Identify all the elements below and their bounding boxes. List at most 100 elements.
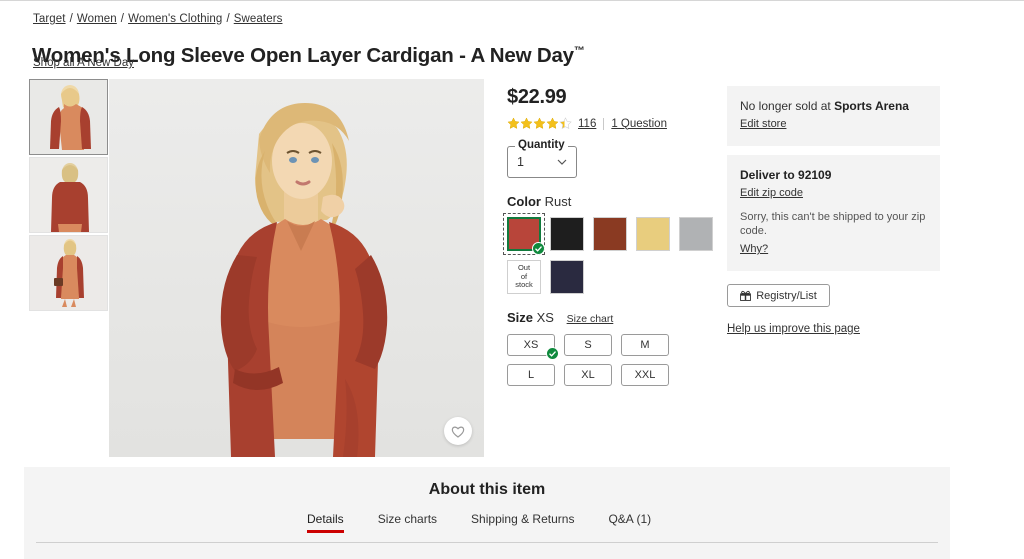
- fulfillment-rail: No longer sold at Sports Arena Edit stor…: [727, 86, 940, 337]
- about-this-item-section: About this item Details Size charts Ship…: [24, 467, 950, 559]
- color-swatch-out-of-stock[interactable]: Out of stock: [507, 260, 541, 294]
- color-swatch-brown[interactable]: [593, 217, 627, 251]
- product-price: $22.99: [507, 86, 567, 108]
- color-label-row: Color Rust: [507, 194, 717, 209]
- edit-zip-code-link[interactable]: Edit zip code: [740, 187, 803, 199]
- add-to-registry-button[interactable]: Registry/List: [727, 284, 830, 307]
- size-chart-link[interactable]: Size chart: [567, 313, 614, 325]
- size-option-list: XS S M L XL XXL: [507, 334, 722, 386]
- delivery-card: Deliver to 92109 Edit zip code Sorry, th…: [727, 155, 940, 271]
- favorite-button[interactable]: [444, 417, 472, 445]
- size-option-m[interactable]: M: [621, 334, 669, 356]
- check-icon: [535, 245, 542, 252]
- thumbnail-image-3: [30, 236, 107, 310]
- star-icon-1: [507, 117, 520, 129]
- store-availability-card: No longer sold at Sports Arena Edit stor…: [727, 86, 940, 146]
- color-swatch-rust[interactable]: [503, 213, 545, 255]
- breadcrumb-separator: /: [226, 13, 230, 25]
- color-swatch-list: Out of stock: [503, 213, 722, 294]
- color-swatch-gray[interactable]: [679, 217, 713, 251]
- why-link[interactable]: Why?: [740, 243, 768, 255]
- color-swatch-black[interactable]: [550, 217, 584, 251]
- tab-label: Size charts: [377, 512, 438, 526]
- thumbnail-image-1: [30, 80, 107, 154]
- breadcrumb-item-women[interactable]: Women: [77, 13, 117, 25]
- edit-store-link[interactable]: Edit store: [740, 118, 786, 130]
- star-icon-5: [559, 117, 572, 129]
- color-swatch-chip: [550, 217, 584, 251]
- size-button[interactable]: M: [621, 334, 669, 356]
- top-divider: [0, 0, 1024, 1]
- store-availability-prefix: No longer sold at: [740, 99, 835, 113]
- size-selected-value: XS: [536, 310, 554, 325]
- star-icon-3: [533, 117, 546, 129]
- quantity-value: 1: [517, 155, 524, 169]
- breadcrumb-separator: /: [69, 13, 73, 25]
- color-selected-value: Rust: [544, 194, 572, 209]
- chevron-down-icon: [557, 159, 567, 165]
- quantity-stepper[interactable]: Quantity 1: [507, 139, 577, 178]
- rating-row: 116 1 Question: [507, 117, 717, 130]
- size-option-l[interactable]: L: [507, 364, 555, 386]
- quantity-label: Quantity: [515, 139, 568, 151]
- color-swatch-chip: [679, 217, 713, 251]
- breadcrumb-separator: /: [120, 13, 125, 25]
- thumbnail-gallery: [29, 79, 108, 313]
- size-option-s[interactable]: S: [564, 334, 612, 356]
- size-button[interactable]: L: [507, 364, 555, 386]
- trademark-symbol: ™: [573, 44, 585, 57]
- breadcrumb: Target / Women / Women's Clothing / Sweaters: [33, 13, 282, 25]
- delivery-note: Sorry, this can't be shipped to your zip…: [740, 211, 926, 237]
- about-heading: About this item: [428, 481, 546, 498]
- product-detail-page: Target / Women / Women's Clothing / Sweaters W…: [0, 0, 1024, 559]
- gift-box-icon: [740, 290, 752, 301]
- buy-box: $22.99 116 1 Question Quantity 1 Color R…: [503, 86, 717, 386]
- question-count-link[interactable]: 1 Question: [611, 118, 667, 130]
- about-tabs: Details Size charts Shipping & Returns Q…: [24, 512, 950, 533]
- tab-label: Q&A (1): [608, 512, 652, 526]
- store-availability-text: No longer sold at Sports Arena: [740, 99, 927, 113]
- star-icon-2: [520, 117, 533, 129]
- color-swatch-chip: [636, 217, 670, 251]
- tab-details[interactable]: Details: [307, 512, 344, 533]
- tab-size-charts[interactable]: Size charts: [378, 512, 437, 533]
- delivery-title-text: Deliver to 92109: [740, 168, 832, 182]
- size-label: Size: [507, 310, 534, 325]
- size-option-xs[interactable]: XS: [507, 334, 559, 360]
- rating-divider: [603, 117, 605, 130]
- review-count-link[interactable]: 116: [578, 118, 596, 130]
- thumbnail-item-2[interactable]: [29, 157, 108, 233]
- tab-qa[interactable]: Q&A (1): [608, 512, 651, 533]
- breadcrumb-item-sweaters[interactable]: Sweaters: [234, 13, 283, 25]
- tabs-divider: [36, 542, 938, 543]
- rating-stars[interactable]: [507, 117, 572, 130]
- selected-check-badge: [532, 242, 545, 255]
- breadcrumb-item-womens-clothing[interactable]: Women's Clothing: [128, 13, 222, 25]
- tab-shipping-returns[interactable]: Shipping & Returns: [471, 512, 574, 533]
- registry-button-label: Registry/List: [756, 289, 817, 302]
- size-button[interactable]: S: [564, 334, 612, 356]
- hero-image[interactable]: [109, 79, 484, 457]
- thumbnail-image-2: [30, 158, 107, 232]
- star-icon-4: [546, 117, 559, 129]
- hero-product-illustration: [220, 103, 388, 457]
- help-improve-link[interactable]: Help us improve this page: [727, 323, 860, 335]
- size-option-xl[interactable]: XL: [564, 364, 612, 386]
- size-button[interactable]: XXL: [621, 364, 669, 386]
- shop-all-brand-link[interactable]: Shop all A New Day: [33, 57, 134, 69]
- color-swatch-gold[interactable]: [636, 217, 670, 251]
- color-swatch-chip: [593, 217, 627, 251]
- selected-check-badge: [546, 347, 559, 360]
- color-swatch-navy[interactable]: [550, 260, 584, 294]
- size-option-xxl[interactable]: XXL: [621, 364, 669, 386]
- breadcrumb-item-target[interactable]: Target: [33, 13, 66, 25]
- check-icon: [549, 350, 556, 357]
- active-tab-indicator: [307, 530, 344, 533]
- tab-label: Details: [307, 512, 344, 526]
- size-label-row: Size XS Size chart: [507, 310, 717, 325]
- color-swatch-chip: [550, 260, 584, 294]
- size-button[interactable]: XL: [564, 364, 612, 386]
- color-label: Color: [507, 194, 541, 209]
- thumbnail-item-3[interactable]: [29, 235, 108, 311]
- thumbnail-item-1[interactable]: [29, 79, 108, 155]
